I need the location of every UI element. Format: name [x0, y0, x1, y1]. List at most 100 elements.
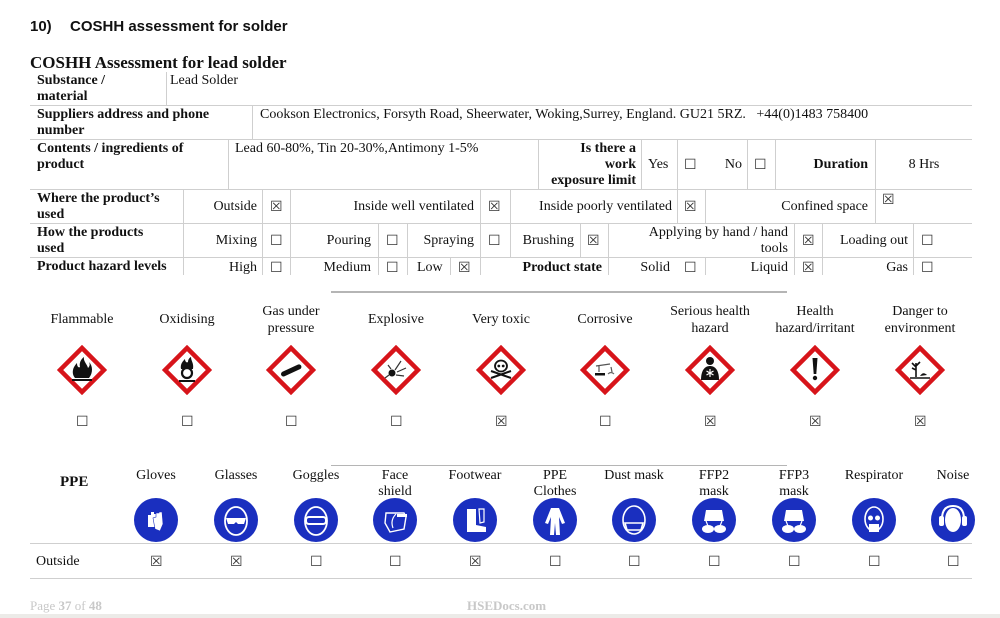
where-well-ventilated-label: Inside well ventilated: [353, 199, 474, 214]
how-brushing-label: Brushing: [522, 233, 574, 248]
hazard-label: Gas under pressure: [236, 303, 346, 337]
exposure-no-checkbox[interactable]: ☐: [754, 157, 767, 173]
hazard-checkbox[interactable]: ☒: [704, 414, 717, 430]
section-heading: 10) COSHH assessment for solder: [30, 18, 288, 35]
label-line: Contents / ingredients of: [37, 141, 184, 156]
hazard-high-checkbox[interactable]: ☐: [270, 260, 283, 276]
where-poorly-ventilated-checkbox[interactable]: ☒: [684, 199, 697, 215]
label-line: Oxidising: [159, 312, 215, 327]
label-line: Health: [796, 304, 834, 319]
how-mixing-label: Mixing: [215, 233, 257, 248]
ppe-item-label: Face shield: [350, 468, 440, 500]
divider: [30, 139, 972, 140]
hazard-label: Explosive: [341, 311, 451, 328]
label-line: environment: [884, 321, 956, 336]
label-line: material: [37, 89, 88, 104]
page-prefix: Page: [30, 598, 59, 613]
hazard-checkbox[interactable]: ☐: [285, 414, 298, 430]
hazard-checkbox[interactable]: ☒: [495, 414, 508, 430]
document-title: COSHH Assessment for lead solder: [30, 53, 287, 72]
state-liquid-checkbox[interactable]: ☒: [802, 260, 815, 276]
how-pouring-checkbox[interactable]: ☐: [386, 233, 399, 249]
coverall-icon: [532, 497, 578, 543]
hazard-checkbox[interactable]: ☒: [914, 414, 927, 430]
ppe-checkbox[interactable]: ☐: [389, 554, 402, 570]
ppe-checkbox[interactable]: ☐: [788, 554, 801, 570]
page-bottom-edge: [0, 614, 1000, 618]
hazard-high-label: High: [229, 260, 257, 275]
label-line: Suppliers address and phone: [37, 107, 210, 122]
label-line: tools: [760, 241, 788, 256]
ppe-checkbox[interactable]: ☐: [310, 554, 323, 570]
how-used-label: How the products used: [37, 225, 143, 257]
ppe-item-label: Noise: [908, 468, 998, 484]
divider: [30, 578, 972, 579]
ppe-checkbox[interactable]: ☐: [708, 554, 721, 570]
exclamation-mark-icon: [789, 344, 841, 396]
page-current: 37: [58, 598, 72, 613]
hazard-low-label: Low: [417, 260, 443, 275]
ppe-row-label: Outside: [36, 554, 80, 569]
page-number: Page 37 of 48: [30, 598, 102, 614]
state-solid-checkbox[interactable]: ☐: [684, 260, 697, 276]
label-line: Respirator: [844, 468, 904, 483]
gloves-icon: [133, 497, 179, 543]
how-spraying-checkbox[interactable]: ☐: [488, 233, 501, 249]
hazard-checkbox[interactable]: ☐: [390, 414, 403, 430]
how-brushing-checkbox[interactable]: ☒: [587, 233, 600, 249]
state-liquid-label: Liquid: [750, 260, 788, 275]
health-hazard-icon: [684, 344, 736, 396]
divider: [407, 257, 408, 275]
exposure-yes-label: Yes: [648, 157, 669, 172]
exploding-bomb-icon: [370, 344, 422, 396]
ppe-checkbox[interactable]: ☐: [628, 554, 641, 570]
hazard-checkbox[interactable]: ☐: [76, 414, 89, 430]
where-outside-checkbox[interactable]: ☒: [270, 199, 283, 215]
hazard-label: Health hazard/irritant: [760, 303, 870, 337]
ppe-checkbox[interactable]: ☒: [150, 554, 163, 570]
label-line: used: [37, 241, 65, 256]
ppe-item-label: Footwear: [430, 468, 520, 484]
dust-mask-icon: [611, 497, 657, 543]
ppe-checkbox[interactable]: ☐: [868, 554, 881, 570]
skull-crossbones-icon: [475, 344, 527, 396]
hazard-label: Oxidising: [132, 311, 242, 328]
state-gas-checkbox[interactable]: ☐: [921, 260, 934, 276]
hazard-checkbox[interactable]: ☐: [181, 414, 194, 430]
hazard-low-checkbox[interactable]: ☒: [458, 260, 471, 276]
safety-boots-icon: [452, 497, 498, 543]
label-line: Goggles: [292, 468, 340, 483]
how-loading-out-checkbox[interactable]: ☐: [921, 233, 934, 249]
divider: [252, 105, 253, 139]
ppe-checkbox[interactable]: ☒: [469, 554, 482, 570]
state-solid-label: Solid: [640, 260, 670, 275]
hazard-checkbox[interactable]: ☒: [809, 414, 822, 430]
page-total: 48: [88, 598, 102, 613]
divider: [262, 223, 263, 257]
ppe-checkbox[interactable]: ☒: [230, 554, 243, 570]
hazard-label: Corrosive: [550, 311, 660, 328]
label-line: Where the product’s: [37, 191, 160, 206]
divider: [30, 189, 972, 190]
label-line: Substance /: [37, 73, 106, 88]
divider: [480, 189, 481, 223]
where-confined-space-checkbox[interactable]: ☒: [882, 192, 895, 208]
ppe-checkbox[interactable]: ☐: [549, 554, 562, 570]
how-applying-checkbox[interactable]: ☒: [802, 233, 815, 249]
divider: [166, 72, 167, 105]
where-well-ventilated-checkbox[interactable]: ☒: [488, 199, 501, 215]
ppe-item-label: Goggles: [271, 468, 361, 484]
label-line: Applying by hand / hand: [648, 225, 788, 240]
hazard-medium-checkbox[interactable]: ☐: [386, 260, 399, 276]
hazard-checkbox[interactable]: ☐: [599, 414, 612, 430]
ppe-item-label: FFP3 mask: [749, 468, 839, 500]
ppe-checkbox[interactable]: ☐: [947, 554, 960, 570]
divider: [30, 543, 972, 544]
label-line: PPE: [542, 468, 568, 483]
divider: [480, 223, 481, 257]
how-mixing-checkbox[interactable]: ☐: [270, 233, 283, 249]
label-line: Glasses: [214, 468, 258, 483]
flame-icon: [56, 344, 108, 396]
divider: [450, 257, 451, 275]
gas-cylinder-icon: [265, 344, 317, 396]
